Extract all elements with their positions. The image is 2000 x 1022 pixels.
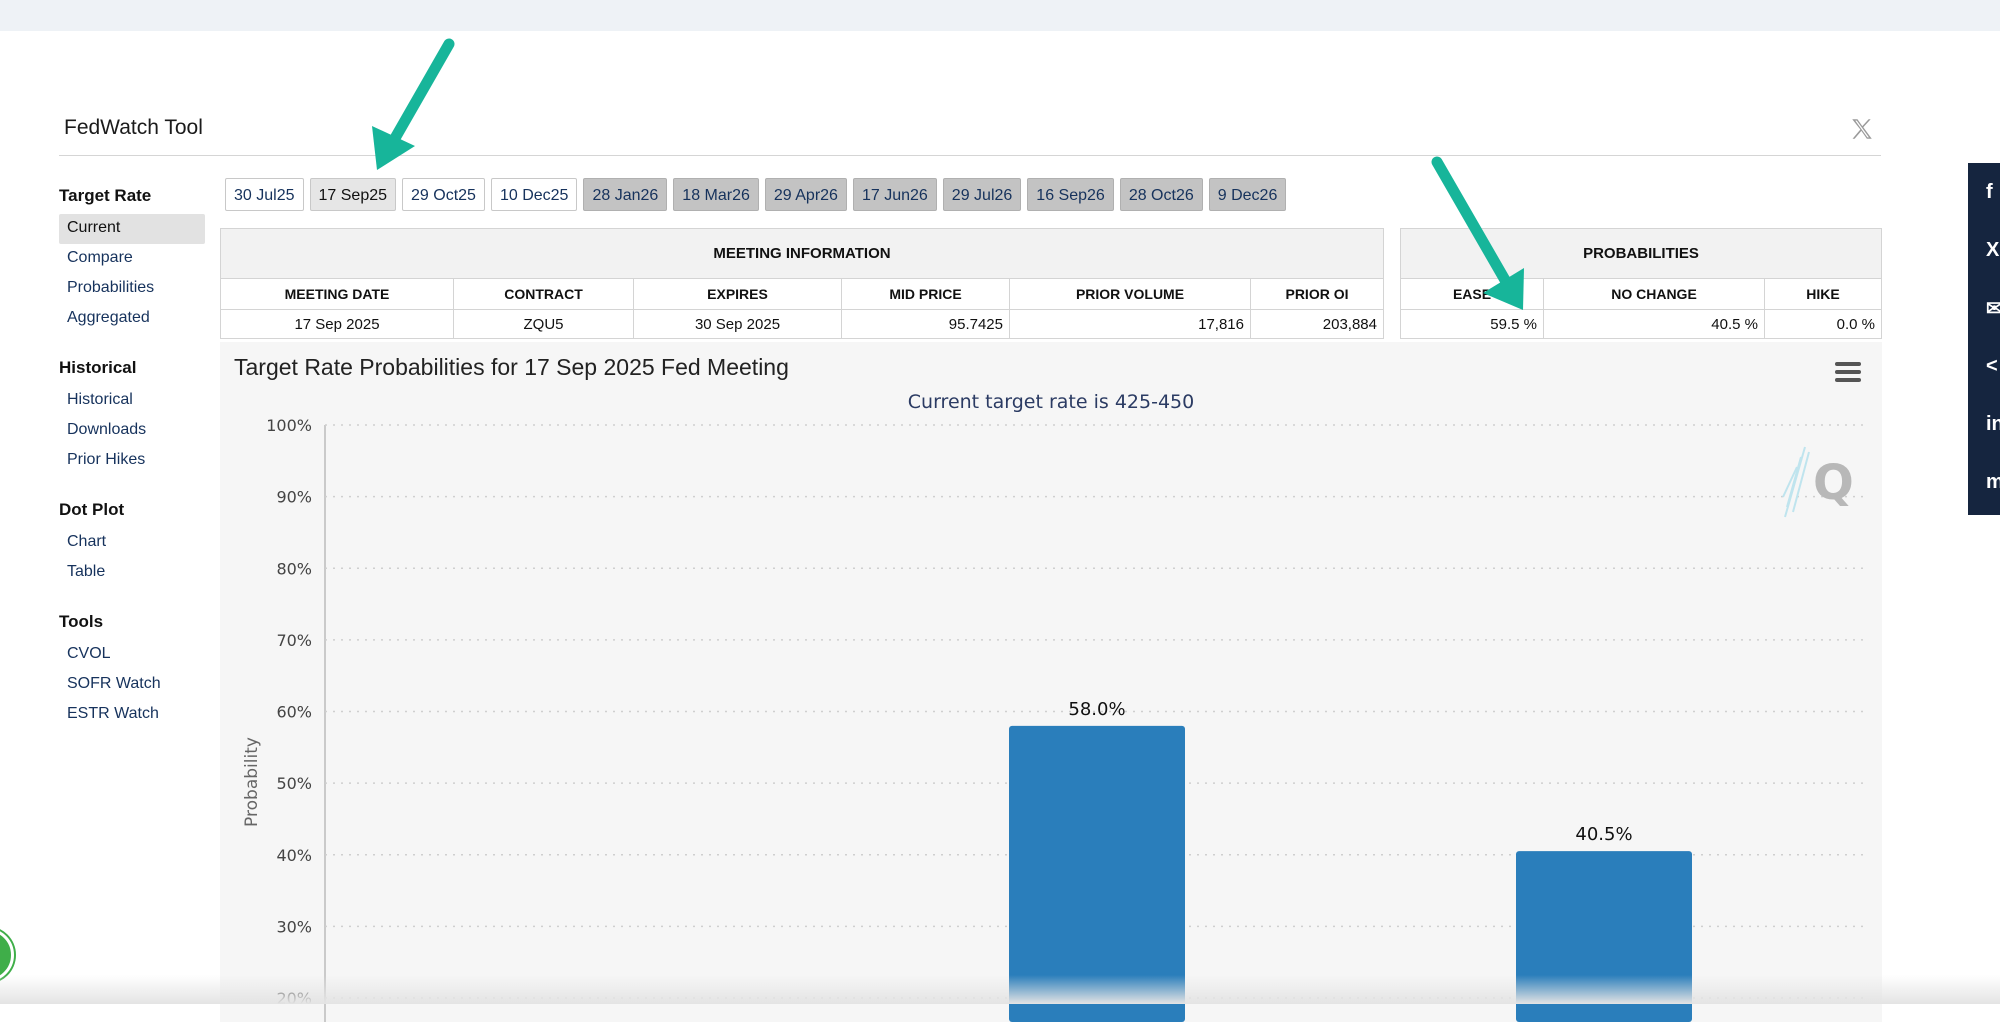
col-hike: HIKE <box>1764 278 1882 310</box>
col-prior-volume: PRIOR VOLUME <box>1009 278 1251 310</box>
nav-group-dot-plot: Dot Plot <box>59 500 125 519</box>
nav-item-probabilities[interactable]: Probabilities <box>59 274 205 304</box>
messenger-icon[interactable]: m <box>1968 453 2000 511</box>
nav-group-historical: Historical <box>59 358 137 377</box>
tab-17-jun26[interactable]: 17 Jun26 <box>852 178 937 211</box>
y-tick-label: 90% <box>276 488 312 507</box>
col-meeting-date: MEETING DATE <box>220 278 454 310</box>
probabilities-header: PROBABILITIES <box>1400 228 1882 279</box>
y-tick-label: 100% <box>266 416 312 435</box>
tab-29-oct25[interactable]: 29 Oct25 <box>402 178 485 211</box>
cell-meeting-date: 17 Sep 2025 <box>220 309 454 339</box>
probabilities-table: PROBABILITIES EASE NO CHANGE HIKE 59.5 %… <box>1400 228 1882 339</box>
bottom-shadow <box>0 975 2000 1004</box>
col-ease: EASE <box>1400 278 1544 310</box>
bar-data-label: 40.5% <box>1575 824 1632 845</box>
tab-18-mar26[interactable]: 18 Mar26 <box>673 178 759 211</box>
share-icon[interactable]: < <box>1968 337 2000 395</box>
linkedin-icon[interactable]: in <box>1968 395 2000 453</box>
svg-text:Q: Q <box>1813 455 1854 511</box>
col-expires: EXPIRES <box>633 278 842 310</box>
left-nav: Target Rate Current Compare Probabilitie… <box>59 184 205 730</box>
quikstrike-logo-icon: Q <box>1782 446 1854 518</box>
nav-item-aggregated[interactable]: Aggregated <box>59 304 205 334</box>
col-no-change: NO CHANGE <box>1543 278 1765 310</box>
tab-29-apr26[interactable]: 29 Apr26 <box>764 178 847 211</box>
probability-chart: 100%90%80%70%60%50%40%30%20%Probability5… <box>242 416 1865 1022</box>
tab-28-jan26[interactable]: 28 Jan26 <box>583 178 668 211</box>
y-tick-label: 30% <box>276 917 312 936</box>
col-contract: CONTRACT <box>453 278 634 310</box>
meeting-date-tabs: 30 Jul25 17 Sep25 29 Oct25 10 Dec25 28 J… <box>225 178 1287 211</box>
cell-prior-oi: 203,884 <box>1250 309 1384 339</box>
cell-no-change: 40.5 % <box>1543 309 1765 339</box>
nav-item-current[interactable]: Current <box>59 214 205 244</box>
tab-17-sep25[interactable]: 17 Sep25 <box>309 178 397 211</box>
cell-prior-volume: 17,816 <box>1009 309 1251 339</box>
nav-item-compare[interactable]: Compare <box>59 244 205 274</box>
y-axis-label: Probability <box>242 737 262 827</box>
arrow-annotation-tab <box>372 38 455 170</box>
x-icon[interactable]: X <box>1968 221 2000 279</box>
table-row: 59.5 % 40.5 % 0.0 % <box>1400 309 1882 339</box>
chat-launcher-button[interactable] <box>0 928 14 982</box>
mail-icon[interactable]: ✉ <box>1968 279 2000 337</box>
table-row: 17 Sep 2025 ZQU5 30 Sep 2025 95.7425 17,… <box>220 309 1384 339</box>
share-bar: f X ✉ < in m <box>1968 163 2000 515</box>
y-tick-label: 70% <box>276 631 312 650</box>
col-prior-oi: PRIOR OI <box>1250 278 1384 310</box>
tab-28-oct26[interactable]: 28 Oct26 <box>1119 178 1203 211</box>
cell-contract: ZQU5 <box>453 309 634 339</box>
nav-item-table[interactable]: Table <box>59 558 205 588</box>
y-tick-label: 60% <box>276 703 312 722</box>
bar-data-label: 58.0% <box>1068 699 1125 720</box>
tab-9-dec26[interactable]: 9 Dec26 <box>1208 178 1287 211</box>
nav-item-cvol[interactable]: CVOL <box>59 640 205 670</box>
meeting-information-table: MEETING INFORMATION MEETING DATE CONTRAC… <box>220 228 1384 339</box>
tab-16-sep26[interactable]: 16 Sep26 <box>1027 178 1114 211</box>
nav-group-target-rate: Target Rate <box>59 186 152 205</box>
cell-ease: 59.5 % <box>1400 309 1544 339</box>
nav-item-chart[interactable]: Chart <box>59 528 205 558</box>
nav-item-prior-hikes[interactable]: Prior Hikes <box>59 446 205 476</box>
y-tick-label: 80% <box>276 559 312 578</box>
facebook-icon[interactable]: f <box>1968 163 2000 221</box>
chart-subtitle: Current target rate is 425-450 <box>907 391 1195 413</box>
chart-menu-icon[interactable] <box>1835 362 1861 384</box>
nav-group-tools: Tools <box>59 612 104 631</box>
cell-hike: 0.0 % <box>1764 309 1882 339</box>
y-tick-label: 40% <box>276 846 312 865</box>
meeting-information-header: MEETING INFORMATION <box>220 228 1384 279</box>
chart-panel: 100%90%80%70%60%50%40%30%20%Probability5… <box>220 342 1882 1022</box>
tab-30-jul25[interactable]: 30 Jul25 <box>225 178 304 211</box>
nav-item-downloads[interactable]: Downloads <box>59 416 205 446</box>
y-tick-label: 50% <box>276 774 312 793</box>
x-share-icon[interactable] <box>1849 116 1875 142</box>
nav-item-sofr-watch[interactable]: SOFR Watch <box>59 670 205 700</box>
page-title: FedWatch Tool <box>64 116 203 139</box>
tab-29-jul26[interactable]: 29 Jul26 <box>942 178 1022 211</box>
chart-title: Target Rate Probabilities for 17 Sep 202… <box>234 354 789 380</box>
title-divider <box>59 155 1881 156</box>
col-mid-price: MID PRICE <box>841 278 1010 310</box>
nav-item-historical[interactable]: Historical <box>59 386 205 416</box>
tab-10-dec25[interactable]: 10 Dec25 <box>490 178 578 211</box>
top-strip <box>0 0 2000 31</box>
cell-expires: 30 Sep 2025 <box>633 309 842 339</box>
nav-item-estr-watch[interactable]: ESTR Watch <box>59 700 205 730</box>
cell-mid-price: 95.7425 <box>841 309 1010 339</box>
